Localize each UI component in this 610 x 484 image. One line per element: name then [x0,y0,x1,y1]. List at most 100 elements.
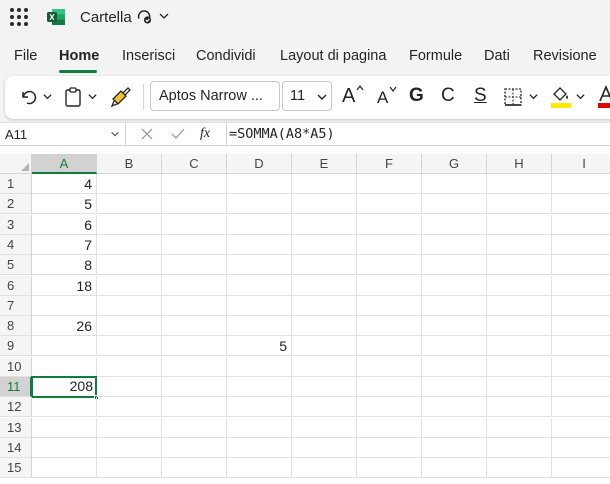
cell-c2[interactable] [162,194,227,215]
cell-d14[interactable] [227,437,292,458]
row-header-9[interactable]: 9 [0,336,32,357]
cell-g15[interactable] [422,458,487,479]
cell-a13[interactable] [32,417,97,438]
document-title[interactable]: Cartella [80,9,132,26]
cell-a5[interactable]: 8 [32,255,97,276]
cell-g9[interactable] [422,336,487,357]
cell-c15[interactable] [162,458,227,479]
cell-i12[interactable] [552,397,610,418]
row-header-15[interactable]: 15 [0,458,32,479]
cell-g6[interactable] [422,275,487,296]
row-header-13[interactable]: 13 [0,417,32,438]
cell-c5[interactable] [162,255,227,276]
row-header-4[interactable]: 4 [0,234,32,255]
cell-d11[interactable] [227,377,292,397]
column-header-c[interactable]: C [162,154,227,174]
cell-b2[interactable] [97,194,162,215]
cell-d4[interactable] [227,234,292,255]
font-name-select[interactable]: Aptos Narrow ... [150,81,280,111]
column-header-d[interactable]: D [227,154,292,174]
cell-c1[interactable] [162,174,227,194]
cell-i3[interactable] [552,215,610,235]
tab-review[interactable]: Revisione [533,48,597,64]
cell-b1[interactable] [97,174,162,194]
cell-d9[interactable]: 5 [227,336,292,357]
name-box[interactable]: A11 [0,123,126,146]
cell-h13[interactable] [487,417,552,438]
cell-h14[interactable] [487,437,552,458]
cell-c6[interactable] [162,275,227,296]
cell-i10[interactable] [552,357,610,377]
cell-a4[interactable]: 7 [32,234,97,255]
cell-e5[interactable] [292,255,357,276]
tab-home[interactable]: Home [59,48,99,64]
cell-d5[interactable] [227,255,292,276]
cell-f10[interactable] [357,356,422,377]
bold-button[interactable]: G [409,85,424,107]
cell-g7[interactable] [422,295,487,316]
cell-e7[interactable] [292,295,357,316]
cell-i6[interactable] [552,276,610,296]
formula-input[interactable]: =SOMMA(A8*A5) [226,123,610,146]
cell-e9[interactable] [292,336,357,357]
font-color-button[interactable] [597,84,610,110]
cancel-entry-icon[interactable] [140,127,154,141]
column-header-f[interactable]: F [357,154,422,174]
cell-a1[interactable]: 4 [32,174,97,194]
cell-e6[interactable] [292,275,357,296]
cell-f4[interactable] [357,234,422,255]
cell-d1[interactable] [227,174,292,194]
column-header-h[interactable]: H [487,154,552,174]
borders-button[interactable] [503,87,523,107]
row-header-11[interactable]: 11 [0,377,32,397]
cell-b11[interactable] [97,377,162,397]
cell-a3[interactable]: 6 [32,214,97,235]
cell-f13[interactable] [357,417,422,438]
app-launcher-icon[interactable] [10,8,28,26]
cell-h1[interactable] [487,174,552,194]
cell-h6[interactable] [487,275,552,296]
cell-d2[interactable] [227,194,292,215]
row-header-7[interactable]: 7 [0,295,32,316]
row-header-6[interactable]: 6 [0,275,32,296]
cell-i4[interactable] [552,235,610,255]
cell-c3[interactable] [162,214,227,235]
cell-h12[interactable] [487,397,552,418]
tab-file[interactable]: File [14,48,37,64]
cell-a2[interactable]: 5 [32,194,97,215]
cell-g3[interactable] [422,214,487,235]
cell-i11[interactable] [552,377,610,397]
cell-d7[interactable] [227,295,292,316]
cell-a8[interactable]: 26 [32,316,97,337]
cell-f8[interactable] [357,316,422,337]
cell-b15[interactable] [97,458,162,479]
underline-button[interactable]: S [474,85,487,107]
cell-g12[interactable] [422,397,487,418]
cell-c12[interactable] [162,397,227,418]
cell-i2[interactable] [552,194,610,215]
row-header-10[interactable]: 10 [0,356,32,377]
cell-i5[interactable] [552,255,610,276]
cell-a12[interactable] [32,397,97,418]
cell-c11[interactable] [162,377,227,397]
cell-f11[interactable] [357,377,422,397]
cell-e2[interactable] [292,194,357,215]
cell-e15[interactable] [292,458,357,479]
column-header-g[interactable]: G [422,154,487,174]
cell-b10[interactable] [97,356,162,377]
column-header-a[interactable]: A [32,154,97,174]
cell-e8[interactable] [292,316,357,337]
cell-g5[interactable] [422,255,487,276]
active-cell[interactable]: 208 [31,376,97,398]
cell-e11[interactable] [292,377,357,397]
cell-h15[interactable] [487,458,552,479]
cell-g2[interactable] [422,194,487,215]
undo-dropdown[interactable] [42,91,53,102]
cell-h11[interactable] [487,377,552,397]
cell-b4[interactable] [97,234,162,255]
cell-g14[interactable] [422,437,487,458]
cell-f9[interactable] [357,336,422,357]
cell-g4[interactable] [422,234,487,255]
cell-d8[interactable] [227,316,292,337]
cell-i9[interactable] [552,336,610,357]
